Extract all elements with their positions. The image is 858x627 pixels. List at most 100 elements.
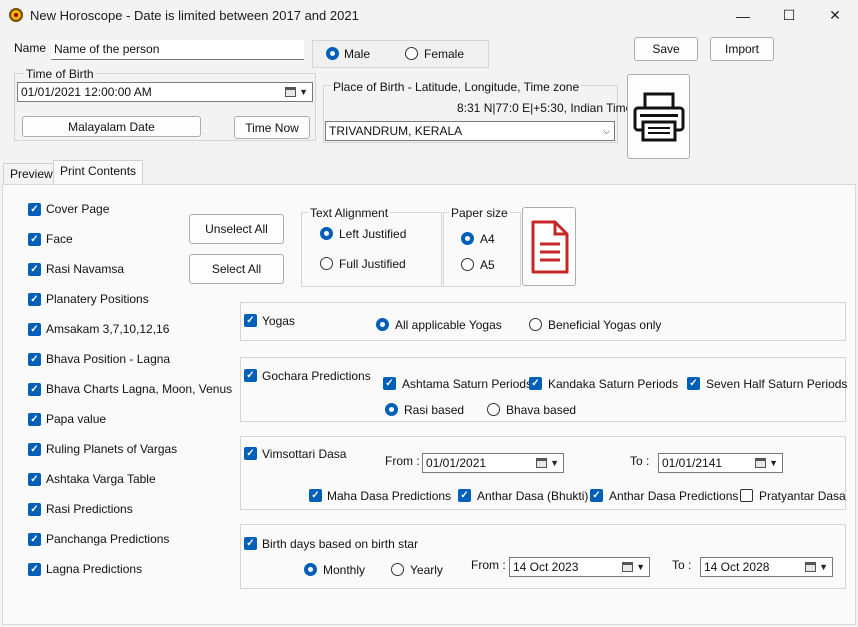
print-item-label: Cover Page — [46, 202, 110, 216]
coordinates-text: 8:31 N|77:0 E|+5:30, Indian Time — [457, 101, 633, 115]
monthly-radio[interactable] — [304, 563, 317, 576]
vimsottari-from-value: 01/01/2021 — [426, 456, 487, 470]
full-justified-label: Full Justified — [339, 257, 406, 271]
tab-print-contents[interactable]: Print Contents — [53, 160, 144, 185]
title-bar: New Horoscope - Date is limited between … — [0, 0, 858, 31]
gochara-label: Gochara Predictions — [262, 369, 371, 383]
chevron-down-icon[interactable]: ▼ — [769, 458, 778, 468]
print-item-checkbox[interactable]: ✓ — [28, 353, 41, 366]
male-label: Male — [344, 47, 371, 61]
vimsottari-from-picker[interactable]: 01/01/2021 ▼ — [422, 453, 564, 473]
calendar-icon[interactable] — [285, 87, 296, 97]
calendar-icon[interactable] — [805, 562, 816, 572]
a5-radio[interactable] — [461, 258, 474, 271]
ashtama-checkbox[interactable]: ✓ — [383, 377, 396, 390]
print-item-checkbox[interactable]: ✓ — [28, 413, 41, 426]
monthly-label: Monthly — [323, 563, 366, 577]
tab-preview[interactable]: Preview — [3, 163, 60, 185]
app-icon — [9, 8, 23, 22]
calendar-icon[interactable] — [622, 562, 633, 572]
a4-radio[interactable] — [461, 232, 474, 245]
vimsottari-to-value: 01/01/2141 — [662, 456, 723, 470]
print-button[interactable] — [627, 74, 690, 159]
print-item-checkbox[interactable]: ✓ — [28, 383, 41, 396]
print-item-label: Rasi Predictions — [46, 502, 133, 516]
male-radio[interactable] — [326, 47, 339, 60]
print-item-checkbox[interactable]: ✓ — [28, 203, 41, 216]
birthdays-to-value: 14 Oct 2028 — [704, 560, 770, 574]
pratyantar-checkbox[interactable] — [740, 489, 753, 502]
print-item-label: Ruling Planets of Vargas — [46, 442, 178, 456]
anthar-bhukti-checkbox[interactable]: ✓ — [458, 489, 471, 502]
chevron-down-icon[interactable]: ⌵ — [603, 126, 610, 137]
birthdays-from-label: From : — [471, 558, 506, 572]
calendar-icon[interactable] — [536, 458, 547, 468]
name-input[interactable]: Name of the person — [51, 40, 304, 60]
print-item-checkbox[interactable]: ✓ — [28, 293, 41, 306]
print-item-label: Amsakam 3,7,10,12,16 — [46, 322, 170, 336]
time-of-birth-picker[interactable]: 01/01/2021 12:00:00 AM ▼ — [17, 82, 313, 102]
maximize-button[interactable]: ☐ — [766, 0, 812, 31]
yearly-radio[interactable] — [391, 563, 404, 576]
beneficial-yogas-radio[interactable] — [529, 318, 542, 331]
close-button[interactable]: ✕ — [812, 0, 858, 31]
pratyantar-label: Pratyantar Dasa — [759, 489, 846, 503]
birthdays-from-picker[interactable]: 14 Oct 2023 ▼ — [509, 557, 650, 577]
yogas-checkbox[interactable]: ✓ — [244, 314, 257, 327]
print-item-checkbox[interactable]: ✓ — [28, 563, 41, 576]
chevron-down-icon[interactable]: ▼ — [299, 87, 308, 97]
a5-label: A5 — [480, 258, 495, 272]
birthdays-to-picker[interactable]: 14 Oct 2028 ▼ — [700, 557, 833, 577]
paper-size-label: Paper size — [449, 206, 510, 220]
unselect-all-button[interactable]: Unselect All — [189, 214, 284, 244]
print-item-label: Ashtaka Varga Table — [46, 472, 156, 486]
kandaka-checkbox[interactable]: ✓ — [529, 377, 542, 390]
vimsottari-to-picker[interactable]: 01/01/2141 ▼ — [658, 453, 783, 473]
calendar-icon[interactable] — [755, 458, 766, 468]
chevron-down-icon[interactable]: ▼ — [550, 458, 559, 468]
print-item-checkbox[interactable]: ✓ — [28, 263, 41, 276]
place-dropdown[interactable]: TRIVANDRUM, KERALA ⌵ — [325, 121, 615, 141]
import-button[interactable]: Import — [710, 37, 774, 61]
seven-half-checkbox[interactable]: ✓ — [687, 377, 700, 390]
vimsottari-checkbox[interactable]: ✓ — [244, 447, 257, 460]
vimsottari-to-label: To : — [630, 454, 650, 468]
rasi-based-radio[interactable] — [385, 403, 398, 416]
print-item-checkbox[interactable]: ✓ — [28, 443, 41, 456]
a4-label: A4 — [480, 232, 495, 246]
chevron-down-icon[interactable]: ▼ — [636, 562, 645, 572]
print-item-checkbox[interactable]: ✓ — [28, 233, 41, 246]
yearly-label: Yearly — [410, 563, 443, 577]
anthar-pred-checkbox[interactable]: ✓ — [590, 489, 603, 502]
left-justified-radio[interactable] — [320, 227, 333, 240]
seven-half-label: Seven Half Saturn Periods — [706, 377, 848, 391]
print-item-label: Rasi Navamsa — [46, 262, 125, 276]
maha-dasa-checkbox[interactable]: ✓ — [309, 489, 322, 502]
female-radio[interactable] — [405, 47, 418, 60]
rasi-based-label: Rasi based — [404, 403, 465, 417]
time-of-birth-value: 01/01/2021 12:00:00 AM — [21, 85, 152, 99]
chevron-down-icon[interactable]: ▼ — [819, 562, 828, 572]
all-yogas-radio[interactable] — [376, 318, 389, 331]
save-button[interactable]: Save — [634, 37, 698, 61]
print-item-label: Bhava Position - Lagna — [46, 352, 171, 366]
full-justified-radio[interactable] — [320, 257, 333, 270]
minimize-button[interactable]: — — [720, 0, 766, 31]
print-item-label: Panchanga Predictions — [46, 532, 170, 546]
birthdays-from-value: 14 Oct 2023 — [513, 560, 579, 574]
time-now-button[interactable]: Time Now — [234, 116, 310, 139]
anthar-bhukti-label: Anthar Dasa (Bhukti) — [477, 489, 589, 503]
document-button[interactable] — [522, 207, 576, 286]
print-item-checkbox[interactable]: ✓ — [28, 323, 41, 336]
text-alignment-group — [301, 212, 442, 287]
name-label: Name — [14, 41, 47, 55]
print-item-checkbox[interactable]: ✓ — [28, 473, 41, 486]
birthdays-checkbox[interactable]: ✓ — [244, 537, 257, 550]
bhava-based-radio[interactable] — [487, 403, 500, 416]
print-item-checkbox[interactable]: ✓ — [28, 533, 41, 546]
gochara-checkbox[interactable]: ✓ — [244, 369, 257, 382]
malayalam-date-button[interactable]: Malayalam Date — [22, 116, 201, 137]
print-item-checkbox[interactable]: ✓ — [28, 503, 41, 516]
select-all-button[interactable]: Select All — [189, 254, 284, 284]
document-icon — [531, 220, 569, 273]
